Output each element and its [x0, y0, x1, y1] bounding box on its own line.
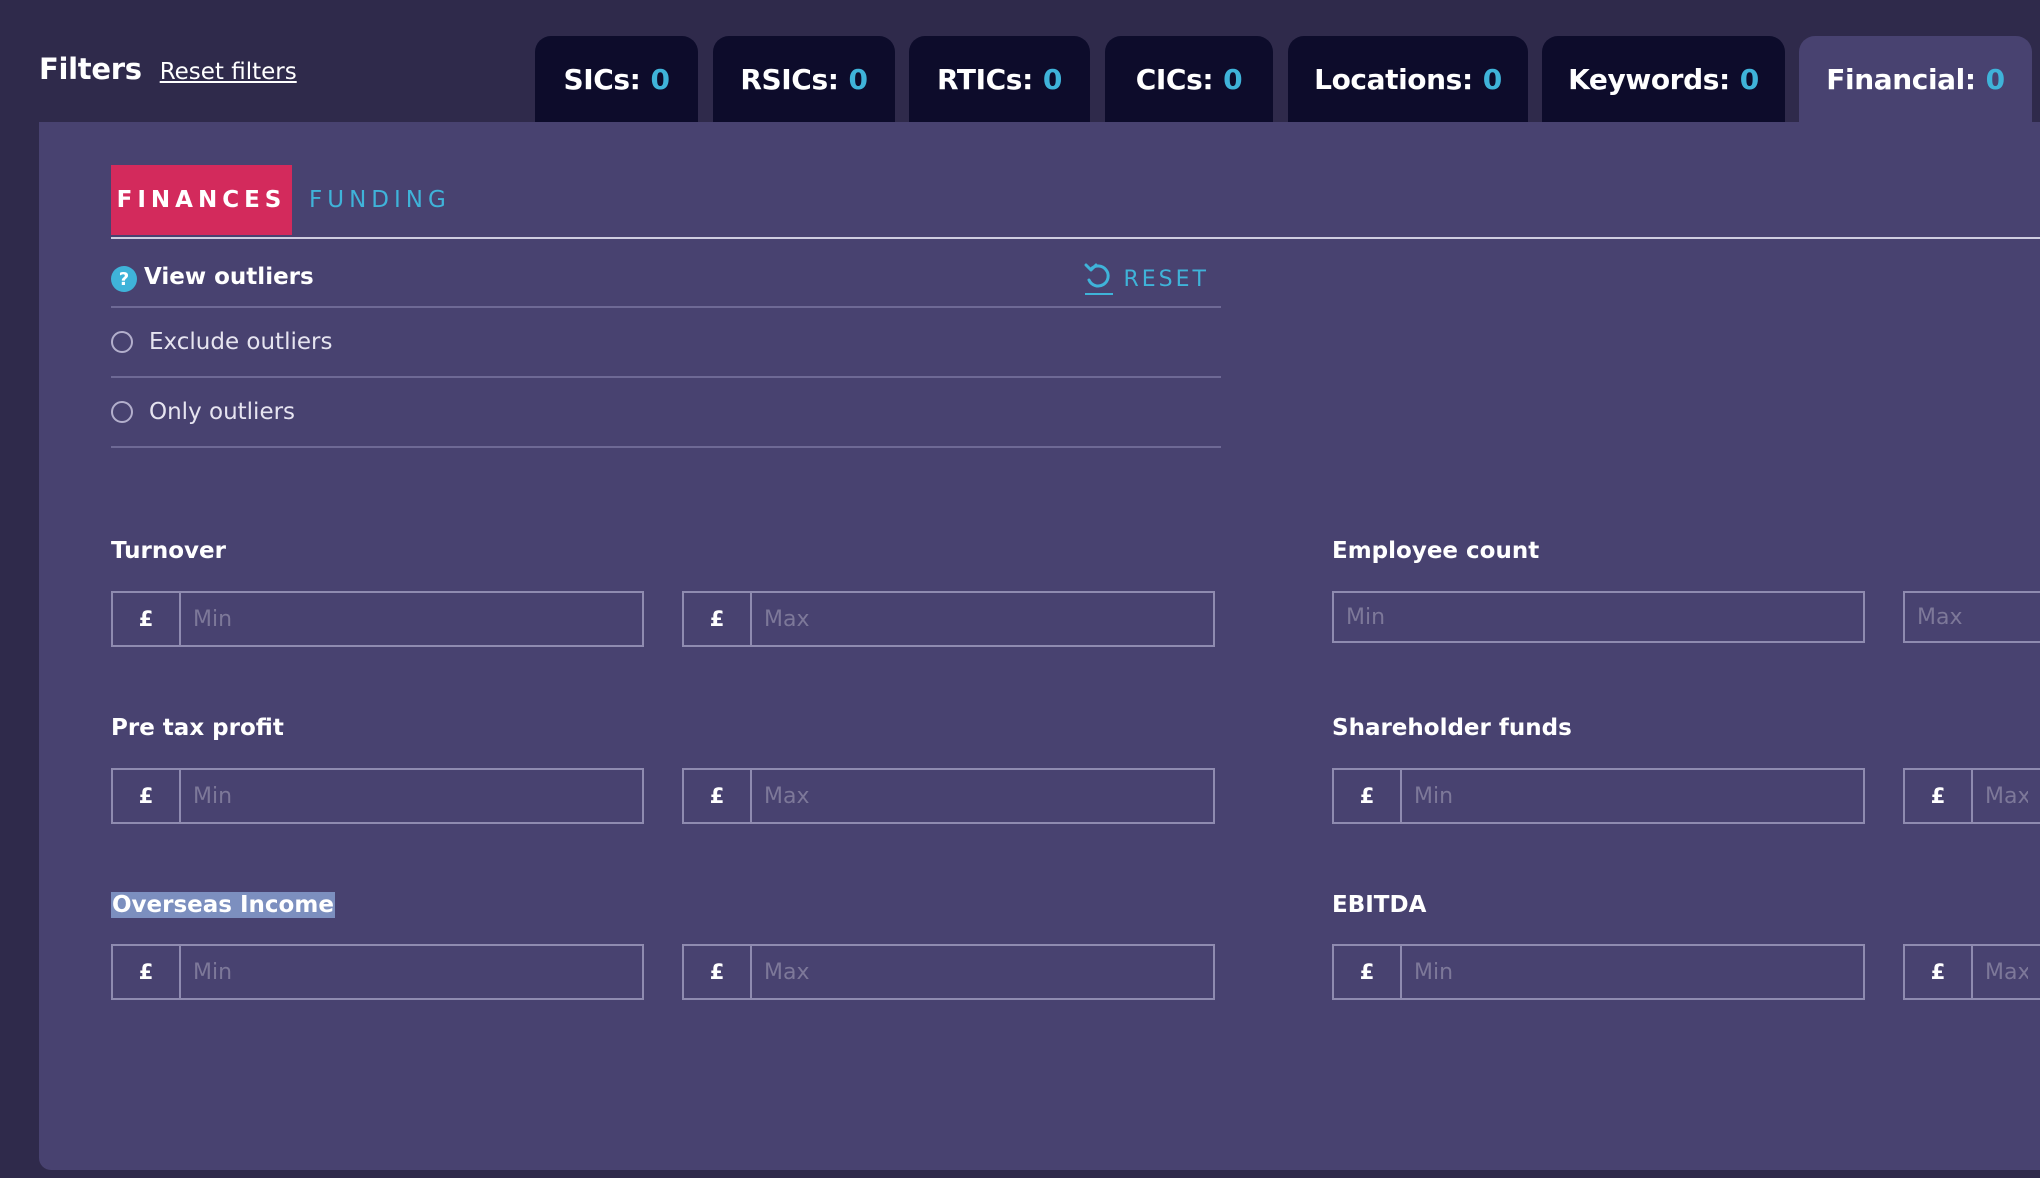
outliers-header: ? View outliers RESET	[111, 258, 1221, 308]
currency-symbol: £	[1905, 946, 1973, 998]
rotate-ccw-icon	[1084, 263, 1113, 295]
shareholder-funds-max-input[interactable]	[1973, 770, 2040, 822]
tab-count: 0	[1042, 62, 1062, 96]
overseas-income-min-input[interactable]	[181, 946, 642, 998]
tab-financial[interactable]: Financial: 0	[1799, 36, 2032, 122]
employee-count-max-field[interactable]	[1903, 591, 2040, 643]
shareholder-funds-max-field[interactable]: £	[1903, 768, 2040, 824]
ebitda-label: EBITDA	[1332, 892, 1427, 918]
exclude-outliers-option[interactable]: Exclude outliers	[111, 308, 1221, 378]
currency-symbol: £	[113, 946, 181, 998]
only-outliers-radio[interactable]	[111, 401, 133, 423]
currency-symbol: £	[684, 770, 752, 822]
tab-label: SICs:	[563, 62, 641, 96]
outliers-reset-button[interactable]: RESET	[1084, 262, 1210, 296]
overseas-income-max-field[interactable]: £	[682, 944, 1215, 1000]
outliers-section: ? View outliers RESET Exclude outliers O…	[111, 258, 1221, 448]
tab-rsics[interactable]: RSICs: 0	[713, 36, 895, 122]
financial-panel: FINANCES FUNDING ? View outliers RESET E…	[39, 122, 2040, 1170]
overseas-income-max-input[interactable]	[752, 946, 1213, 998]
shareholder-funds-min-input[interactable]	[1402, 770, 1863, 822]
reset-label: RESET	[1123, 266, 1209, 292]
tab-locations[interactable]: Locations: 0	[1288, 36, 1528, 122]
tab-count: 0	[650, 62, 670, 96]
pre-tax-profit-label: Pre tax profit	[111, 715, 284, 741]
currency-symbol: £	[684, 593, 752, 645]
tab-label: CICs:	[1135, 62, 1214, 96]
tab-label: Locations:	[1314, 62, 1473, 96]
currency-symbol: £	[113, 593, 181, 645]
tab-label: RTICs:	[937, 62, 1033, 96]
turnover-min-input[interactable]	[181, 593, 642, 645]
pre-tax-profit-max-input[interactable]	[752, 770, 1213, 822]
tab-cics[interactable]: CICs: 0	[1105, 36, 1273, 122]
pre-tax-profit-max-field[interactable]: £	[682, 768, 1215, 824]
only-outliers-option[interactable]: Only outliers	[111, 378, 1221, 448]
turnover-max-input[interactable]	[752, 593, 1213, 645]
tab-count: 0	[1482, 62, 1502, 96]
turnover-label: Turnover	[111, 538, 226, 564]
filter-tabs: SICs: 0 RSICs: 0 RTICs: 0 CICs: 0 Locati…	[0, 36, 2040, 122]
tab-count: 0	[848, 62, 868, 96]
subtab-finances[interactable]: FINANCES	[111, 165, 292, 235]
currency-symbol: £	[113, 770, 181, 822]
tab-label: Financial:	[1826, 62, 1976, 96]
pre-tax-profit-min-field[interactable]: £	[111, 768, 644, 824]
currency-symbol: £	[684, 946, 752, 998]
currency-symbol: £	[1334, 946, 1402, 998]
tab-label: RSICs:	[740, 62, 839, 96]
only-outliers-label: Only outliers	[149, 399, 296, 425]
ebitda-max-field[interactable]: £	[1903, 944, 2040, 1000]
financial-subtabs: FINANCES FUNDING	[111, 165, 2040, 239]
ebitda-min-input[interactable]	[1402, 946, 1863, 998]
tab-count: 0	[1223, 62, 1243, 96]
overseas-income-min-field[interactable]: £	[111, 944, 644, 1000]
subtab-funding[interactable]: FUNDING	[309, 165, 451, 235]
tab-keywords[interactable]: Keywords: 0	[1542, 36, 1785, 122]
overseas-income-label: Overseas Income	[111, 892, 335, 918]
tab-rtics[interactable]: RTICs: 0	[909, 36, 1090, 122]
ebitda-max-input[interactable]	[1973, 946, 2040, 998]
employee-count-min-input[interactable]	[1334, 593, 1863, 641]
tab-count: 0	[1739, 62, 1759, 96]
shareholder-funds-min-field[interactable]: £	[1332, 768, 1865, 824]
shareholder-funds-label: Shareholder funds	[1332, 715, 1572, 741]
employee-count-label: Employee count	[1332, 538, 1540, 564]
exclude-outliers-label: Exclude outliers	[149, 329, 333, 355]
tab-label: Keywords:	[1568, 62, 1730, 96]
exclude-outliers-radio[interactable]	[111, 331, 133, 353]
pre-tax-profit-min-input[interactable]	[181, 770, 642, 822]
turnover-min-field[interactable]: £	[111, 591, 644, 647]
ebitda-min-field[interactable]: £	[1332, 944, 1865, 1000]
turnover-max-field[interactable]: £	[682, 591, 1215, 647]
employee-count-min-field[interactable]	[1332, 591, 1865, 643]
help-circle-icon[interactable]: ?	[111, 266, 137, 292]
tab-count: 0	[1985, 62, 2005, 96]
tab-sics[interactable]: SICs: 0	[535, 36, 698, 122]
currency-symbol: £	[1334, 770, 1402, 822]
currency-symbol: £	[1905, 770, 1973, 822]
employee-count-max-input[interactable]	[1905, 593, 2040, 641]
outliers-title: View outliers	[144, 264, 314, 290]
